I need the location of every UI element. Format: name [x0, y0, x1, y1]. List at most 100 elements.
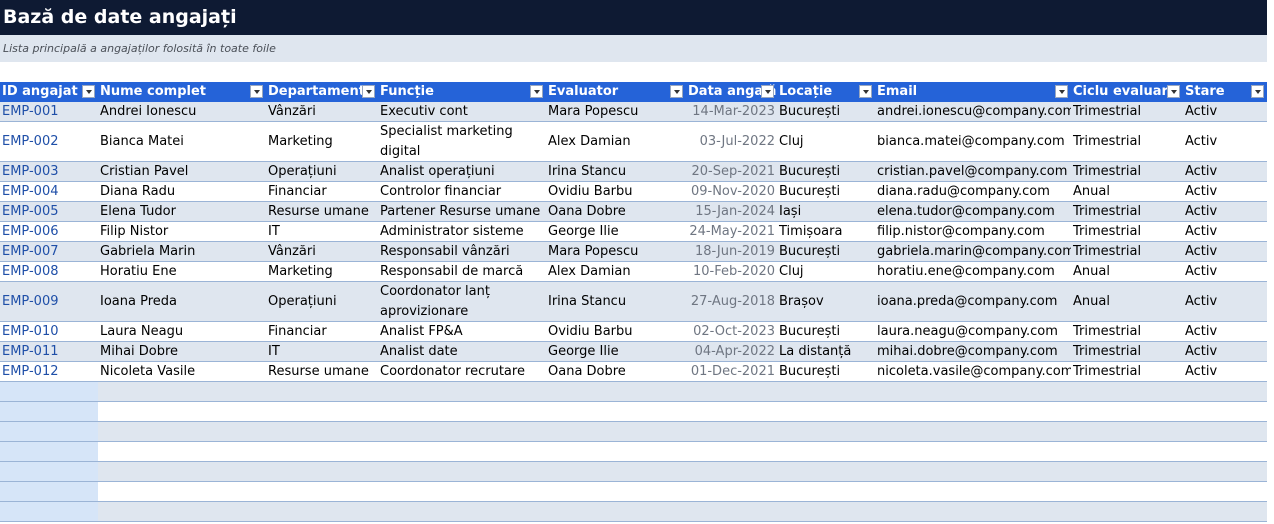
cell-full-name[interactable]: Laura Neagu — [98, 322, 266, 341]
header-email[interactable]: Email — [875, 82, 1071, 102]
cell-review-cycle[interactable]: Trimestrial — [1071, 222, 1183, 241]
table-row[interactable]: EMP-012 Nicoleta Vasile Resurse umane Coord… — [0, 362, 1267, 382]
cell-id[interactable]: EMP-010 — [0, 322, 98, 341]
cell-hire-date[interactable]: 02-Oct-2023 — [686, 322, 777, 341]
cell-department[interactable]: IT — [266, 342, 378, 361]
cell-id[interactable]: EMP-009 — [0, 282, 98, 321]
cell-evaluator[interactable]: Alex Damian — [546, 262, 686, 281]
cell-id[interactable]: EMP-006 — [0, 222, 98, 241]
table-row[interactable]: EMP-010 Laura Neagu Financiar Analist FP&A O… — [0, 322, 1267, 342]
cell-email[interactable]: elena.tudor@company.com — [875, 202, 1071, 221]
cell-email[interactable]: cristian.pavel@company.com — [875, 162, 1071, 181]
empty-id-cell[interactable] — [0, 422, 98, 441]
cell-role[interactable]: Specialist marketing digital — [378, 122, 546, 161]
cell-hire-date[interactable]: 18-Jun-2019 — [686, 242, 777, 261]
cell-hire-date[interactable]: 24-May-2021 — [686, 222, 777, 241]
empty-table-row[interactable] — [0, 502, 1267, 522]
cell-hire-date[interactable]: 09-Nov-2020 — [686, 182, 777, 201]
cell-full-name[interactable]: Filip Nistor — [98, 222, 266, 241]
header-review-cycle[interactable]: Ciclu evaluare — [1071, 82, 1183, 102]
cell-role[interactable]: Executiv cont — [378, 102, 546, 121]
cell-location[interactable]: Timișoara — [777, 222, 875, 241]
filter-dropdown-icon[interactable] — [1055, 85, 1068, 98]
cell-id[interactable]: EMP-001 — [0, 102, 98, 121]
cell-review-cycle[interactable]: Trimestrial — [1071, 322, 1183, 341]
cell-department[interactable]: Operațiuni — [266, 282, 378, 321]
cell-location[interactable]: București — [777, 102, 875, 121]
cell-evaluator[interactable]: Alex Damian — [546, 122, 686, 161]
cell-id[interactable]: EMP-004 — [0, 182, 98, 201]
empty-id-cell[interactable] — [0, 402, 98, 421]
table-row[interactable]: EMP-009 Ioana Preda Operațiuni Coordonator … — [0, 282, 1267, 322]
cell-location[interactable]: București — [777, 162, 875, 181]
cell-full-name[interactable]: Mihai Dobre — [98, 342, 266, 361]
cell-review-cycle[interactable]: Trimestrial — [1071, 242, 1183, 261]
cell-full-name[interactable]: Ioana Preda — [98, 282, 266, 321]
table-row[interactable]: EMP-001 Andrei Ionescu Vânzări Executiv con… — [0, 102, 1267, 122]
empty-table-row[interactable] — [0, 422, 1267, 442]
empty-table-row[interactable] — [0, 402, 1267, 422]
cell-location[interactable]: Brașov — [777, 282, 875, 321]
filter-dropdown-icon[interactable] — [530, 85, 543, 98]
filter-dropdown-icon[interactable] — [82, 85, 95, 98]
filter-dropdown-icon[interactable] — [761, 85, 774, 98]
cell-department[interactable]: Marketing — [266, 122, 378, 161]
cell-role[interactable]: Analist operațiuni — [378, 162, 546, 181]
table-row[interactable]: EMP-003 Cristian Pavel Operațiuni Analist o… — [0, 162, 1267, 182]
cell-location[interactable]: Iași — [777, 202, 875, 221]
cell-role[interactable]: Administrator sisteme — [378, 222, 546, 241]
header-status[interactable]: Stare — [1183, 82, 1267, 102]
cell-id[interactable]: EMP-003 — [0, 162, 98, 181]
empty-table-row[interactable] — [0, 442, 1267, 462]
cell-department[interactable]: Vânzări — [266, 242, 378, 261]
cell-location[interactable]: București — [777, 322, 875, 341]
cell-id[interactable]: EMP-008 — [0, 262, 98, 281]
cell-status[interactable]: Activ — [1183, 182, 1267, 201]
cell-full-name[interactable]: Elena Tudor — [98, 202, 266, 221]
table-row[interactable]: EMP-004 Diana Radu Financiar Controlor fina… — [0, 182, 1267, 202]
cell-evaluator[interactable]: Irina Stancu — [546, 282, 686, 321]
cell-hire-date[interactable]: 27-Aug-2018 — [686, 282, 777, 321]
cell-location[interactable]: București — [777, 182, 875, 201]
cell-evaluator[interactable]: Mara Popescu — [546, 242, 686, 261]
cell-department[interactable]: Financiar — [266, 322, 378, 341]
header-role[interactable]: Funcție — [378, 82, 546, 102]
cell-full-name[interactable]: Diana Radu — [98, 182, 266, 201]
header-department[interactable]: Departament — [266, 82, 378, 102]
cell-full-name[interactable]: Andrei Ionescu — [98, 102, 266, 121]
cell-review-cycle[interactable]: Trimestrial — [1071, 162, 1183, 181]
cell-full-name[interactable]: Nicoleta Vasile — [98, 362, 266, 381]
cell-review-cycle[interactable]: Anual — [1071, 182, 1183, 201]
filter-dropdown-icon[interactable] — [362, 85, 375, 98]
cell-status[interactable]: Activ — [1183, 282, 1267, 321]
empty-id-cell[interactable] — [0, 382, 98, 401]
cell-status[interactable]: Activ — [1183, 322, 1267, 341]
cell-status[interactable]: Activ — [1183, 102, 1267, 121]
cell-review-cycle[interactable]: Trimestrial — [1071, 202, 1183, 221]
cell-role[interactable]: Coordonator lanț aprovizionare — [378, 282, 546, 321]
empty-table-row[interactable] — [0, 462, 1267, 482]
cell-evaluator[interactable]: George Ilie — [546, 342, 686, 361]
cell-review-cycle[interactable]: Trimestrial — [1071, 122, 1183, 161]
cell-department[interactable]: Resurse umane — [266, 202, 378, 221]
cell-department[interactable]: IT — [266, 222, 378, 241]
cell-id[interactable]: EMP-002 — [0, 122, 98, 161]
cell-id[interactable]: EMP-011 — [0, 342, 98, 361]
cell-role[interactable]: Coordonator recrutare — [378, 362, 546, 381]
table-row[interactable]: EMP-002 Bianca Matei Marketing Specialist m… — [0, 122, 1267, 162]
table-row[interactable]: EMP-011 Mihai Dobre IT Analist date George I… — [0, 342, 1267, 362]
cell-full-name[interactable]: Bianca Matei — [98, 122, 266, 161]
cell-department[interactable]: Financiar — [266, 182, 378, 201]
filter-dropdown-icon[interactable] — [1251, 85, 1264, 98]
cell-review-cycle[interactable]: Anual — [1071, 282, 1183, 321]
cell-full-name[interactable]: Gabriela Marin — [98, 242, 266, 261]
cell-status[interactable]: Activ — [1183, 202, 1267, 221]
empty-id-cell[interactable] — [0, 442, 98, 461]
cell-hire-date[interactable]: 01-Dec-2021 — [686, 362, 777, 381]
header-location[interactable]: Locație — [777, 82, 875, 102]
table-row[interactable]: EMP-007 Gabriela Marin Vânzări Responsabil … — [0, 242, 1267, 262]
cell-role[interactable]: Controlor financiar — [378, 182, 546, 201]
cell-full-name[interactable]: Horatiu Ene — [98, 262, 266, 281]
table-row[interactable]: EMP-006 Filip Nistor IT Administrator siste… — [0, 222, 1267, 242]
header-full-name[interactable]: Nume complet — [98, 82, 266, 102]
